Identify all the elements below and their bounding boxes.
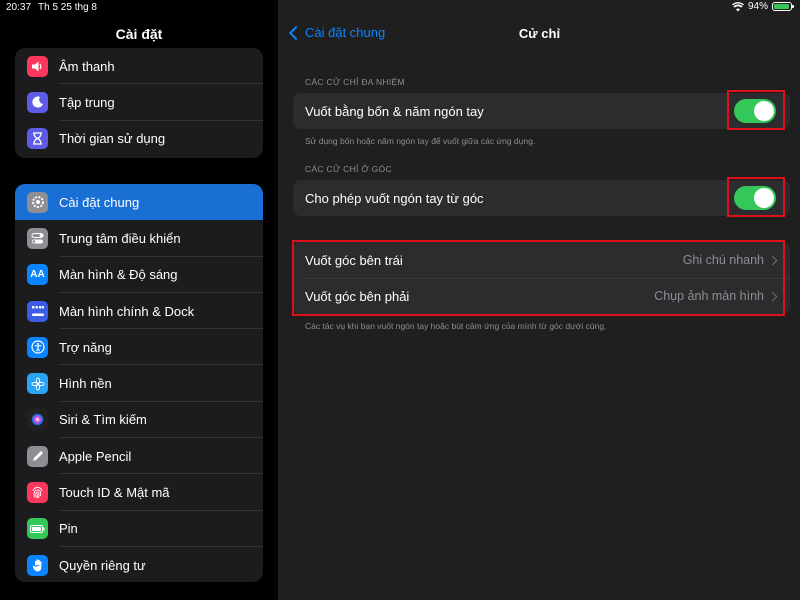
- page-title: Cử chỉ: [518, 26, 561, 41]
- sidebar-item-label: Màn hình chính & Dock: [59, 303, 195, 319]
- sidebar-item-label: Apple Pencil: [59, 448, 132, 464]
- grid-icon: [27, 300, 48, 322]
- status-right: 94%: [731, 1, 794, 12]
- section-header-multitask: CÁC CỬ CHỈ ĐA NHIỆM: [305, 77, 405, 87]
- battery-percent: 94%: [747, 1, 768, 12]
- sidebar-item-label: Quyền riêng tư: [59, 557, 146, 573]
- sidebar-item-accessibility[interactable]: Trợ năng: [15, 329, 263, 366]
- four-five-finger-row: Vuốt bằng bốn & năm ngón tay: [293, 93, 790, 129]
- moon-icon: [27, 91, 48, 113]
- corner-actions-footer: Các tác vụ khi bạn vuốt ngón tay hoặc bú…: [305, 321, 607, 331]
- hourglass-icon: [27, 128, 48, 150]
- sidebar-group-1: Âm thanh Tập trung Thời gian sử dụng: [15, 48, 263, 158]
- gear-icon: [27, 191, 48, 213]
- text-size-icon: AA: [27, 264, 48, 286]
- status-time: 20:37: [6, 2, 32, 13]
- sidebar-item-label: Siri & Tìm kiếm: [59, 412, 147, 428]
- four-five-finger-footer: Sử dụng bốn hoặc năm ngón tay để vuốt gi…: [305, 136, 536, 146]
- highlight-box: [292, 240, 785, 316]
- sidebar-item-label: Hình nền: [59, 376, 112, 392]
- sidebar-item-label: Touch ID & Mật mã: [59, 485, 170, 501]
- four-five-finger-label: Vuốt bằng bốn & năm ngón tay: [305, 103, 484, 119]
- sidebar-item-touch-id[interactable]: Touch ID & Mật mã: [15, 474, 263, 511]
- sidebar-item-general[interactable]: Cài đặt chung: [15, 184, 263, 221]
- flower-icon: [27, 373, 48, 395]
- sidebar-item-label: Trung tâm điều khiển: [59, 230, 181, 246]
- highlight-box: [727, 90, 785, 130]
- sidebar-item-battery[interactable]: Pin: [15, 511, 263, 548]
- highlight-box: [727, 177, 785, 217]
- detail-pane: Cài đặt chung Cử chỉ CÁC CỬ CHỈ ĐA NHIỆM…: [279, 0, 800, 600]
- sidebar-item-wallpaper[interactable]: Hình nền: [15, 365, 263, 403]
- sidebar-group-2: Cài đặt chung Trung tâm điều khiển AA Mà…: [15, 184, 263, 582]
- sidebar-item-privacy[interactable]: Quyền riêng tư: [15, 547, 263, 582]
- battery-icon: [772, 2, 794, 11]
- status-date: Th 5 25 thg 8: [38, 2, 97, 13]
- sidebar-item-sounds[interactable]: Âm thanh: [15, 48, 263, 85]
- sidebar-item-label: Cài đặt chung: [59, 194, 140, 210]
- hand-icon: [27, 554, 48, 576]
- sidebar-item-home-screen[interactable]: Màn hình chính & Dock: [15, 293, 263, 330]
- sidebar-item-label: Pin: [59, 521, 78, 537]
- sidebar-item-siri[interactable]: Siri & Tìm kiếm: [15, 402, 263, 439]
- section-header-corner: CÁC CỬ CHỈ Ở GÓC: [305, 164, 392, 174]
- sidebar: Cài đặt Âm thanh Tập trung Thời gian sử …: [0, 0, 278, 600]
- accessibility-icon: [27, 336, 48, 358]
- corner-swipe-row: Cho phép vuốt ngón tay từ góc: [293, 180, 790, 216]
- sidebar-item-apple-pencil[interactable]: Apple Pencil: [15, 438, 263, 475]
- battery-icon: [27, 518, 48, 540]
- sidebar-item-label: Trợ năng: [59, 339, 112, 355]
- sidebar-item-label: Thời gian sử dụng: [59, 131, 166, 147]
- fingerprint-icon: [27, 482, 48, 504]
- sidebar-item-focus[interactable]: Tập trung: [15, 84, 263, 121]
- sidebar-item-control-center[interactable]: Trung tâm điều khiển: [15, 220, 263, 257]
- sidebar-item-label: Tập trung: [59, 94, 115, 110]
- corner-swipe-label: Cho phép vuốt ngón tay từ góc: [305, 190, 484, 206]
- sidebar-item-display[interactable]: AA Màn hình & Độ sáng: [15, 257, 263, 294]
- toggles-icon: [27, 227, 48, 249]
- pencil-icon: [27, 445, 48, 467]
- siri-icon: [27, 409, 48, 431]
- sidebar-item-label: Âm thanh: [59, 58, 115, 74]
- speaker-icon: [27, 55, 48, 77]
- sidebar-item-label: Màn hình & Độ sáng: [59, 267, 178, 283]
- sidebar-item-screen-time[interactable]: Thời gian sử dụng: [15, 121, 263, 157]
- status-bar: 20:37 Th 5 25 thg 8 94%: [0, 0, 800, 16]
- wifi-icon: [731, 1, 744, 11]
- sidebar-title: Cài đặt: [115, 26, 163, 42]
